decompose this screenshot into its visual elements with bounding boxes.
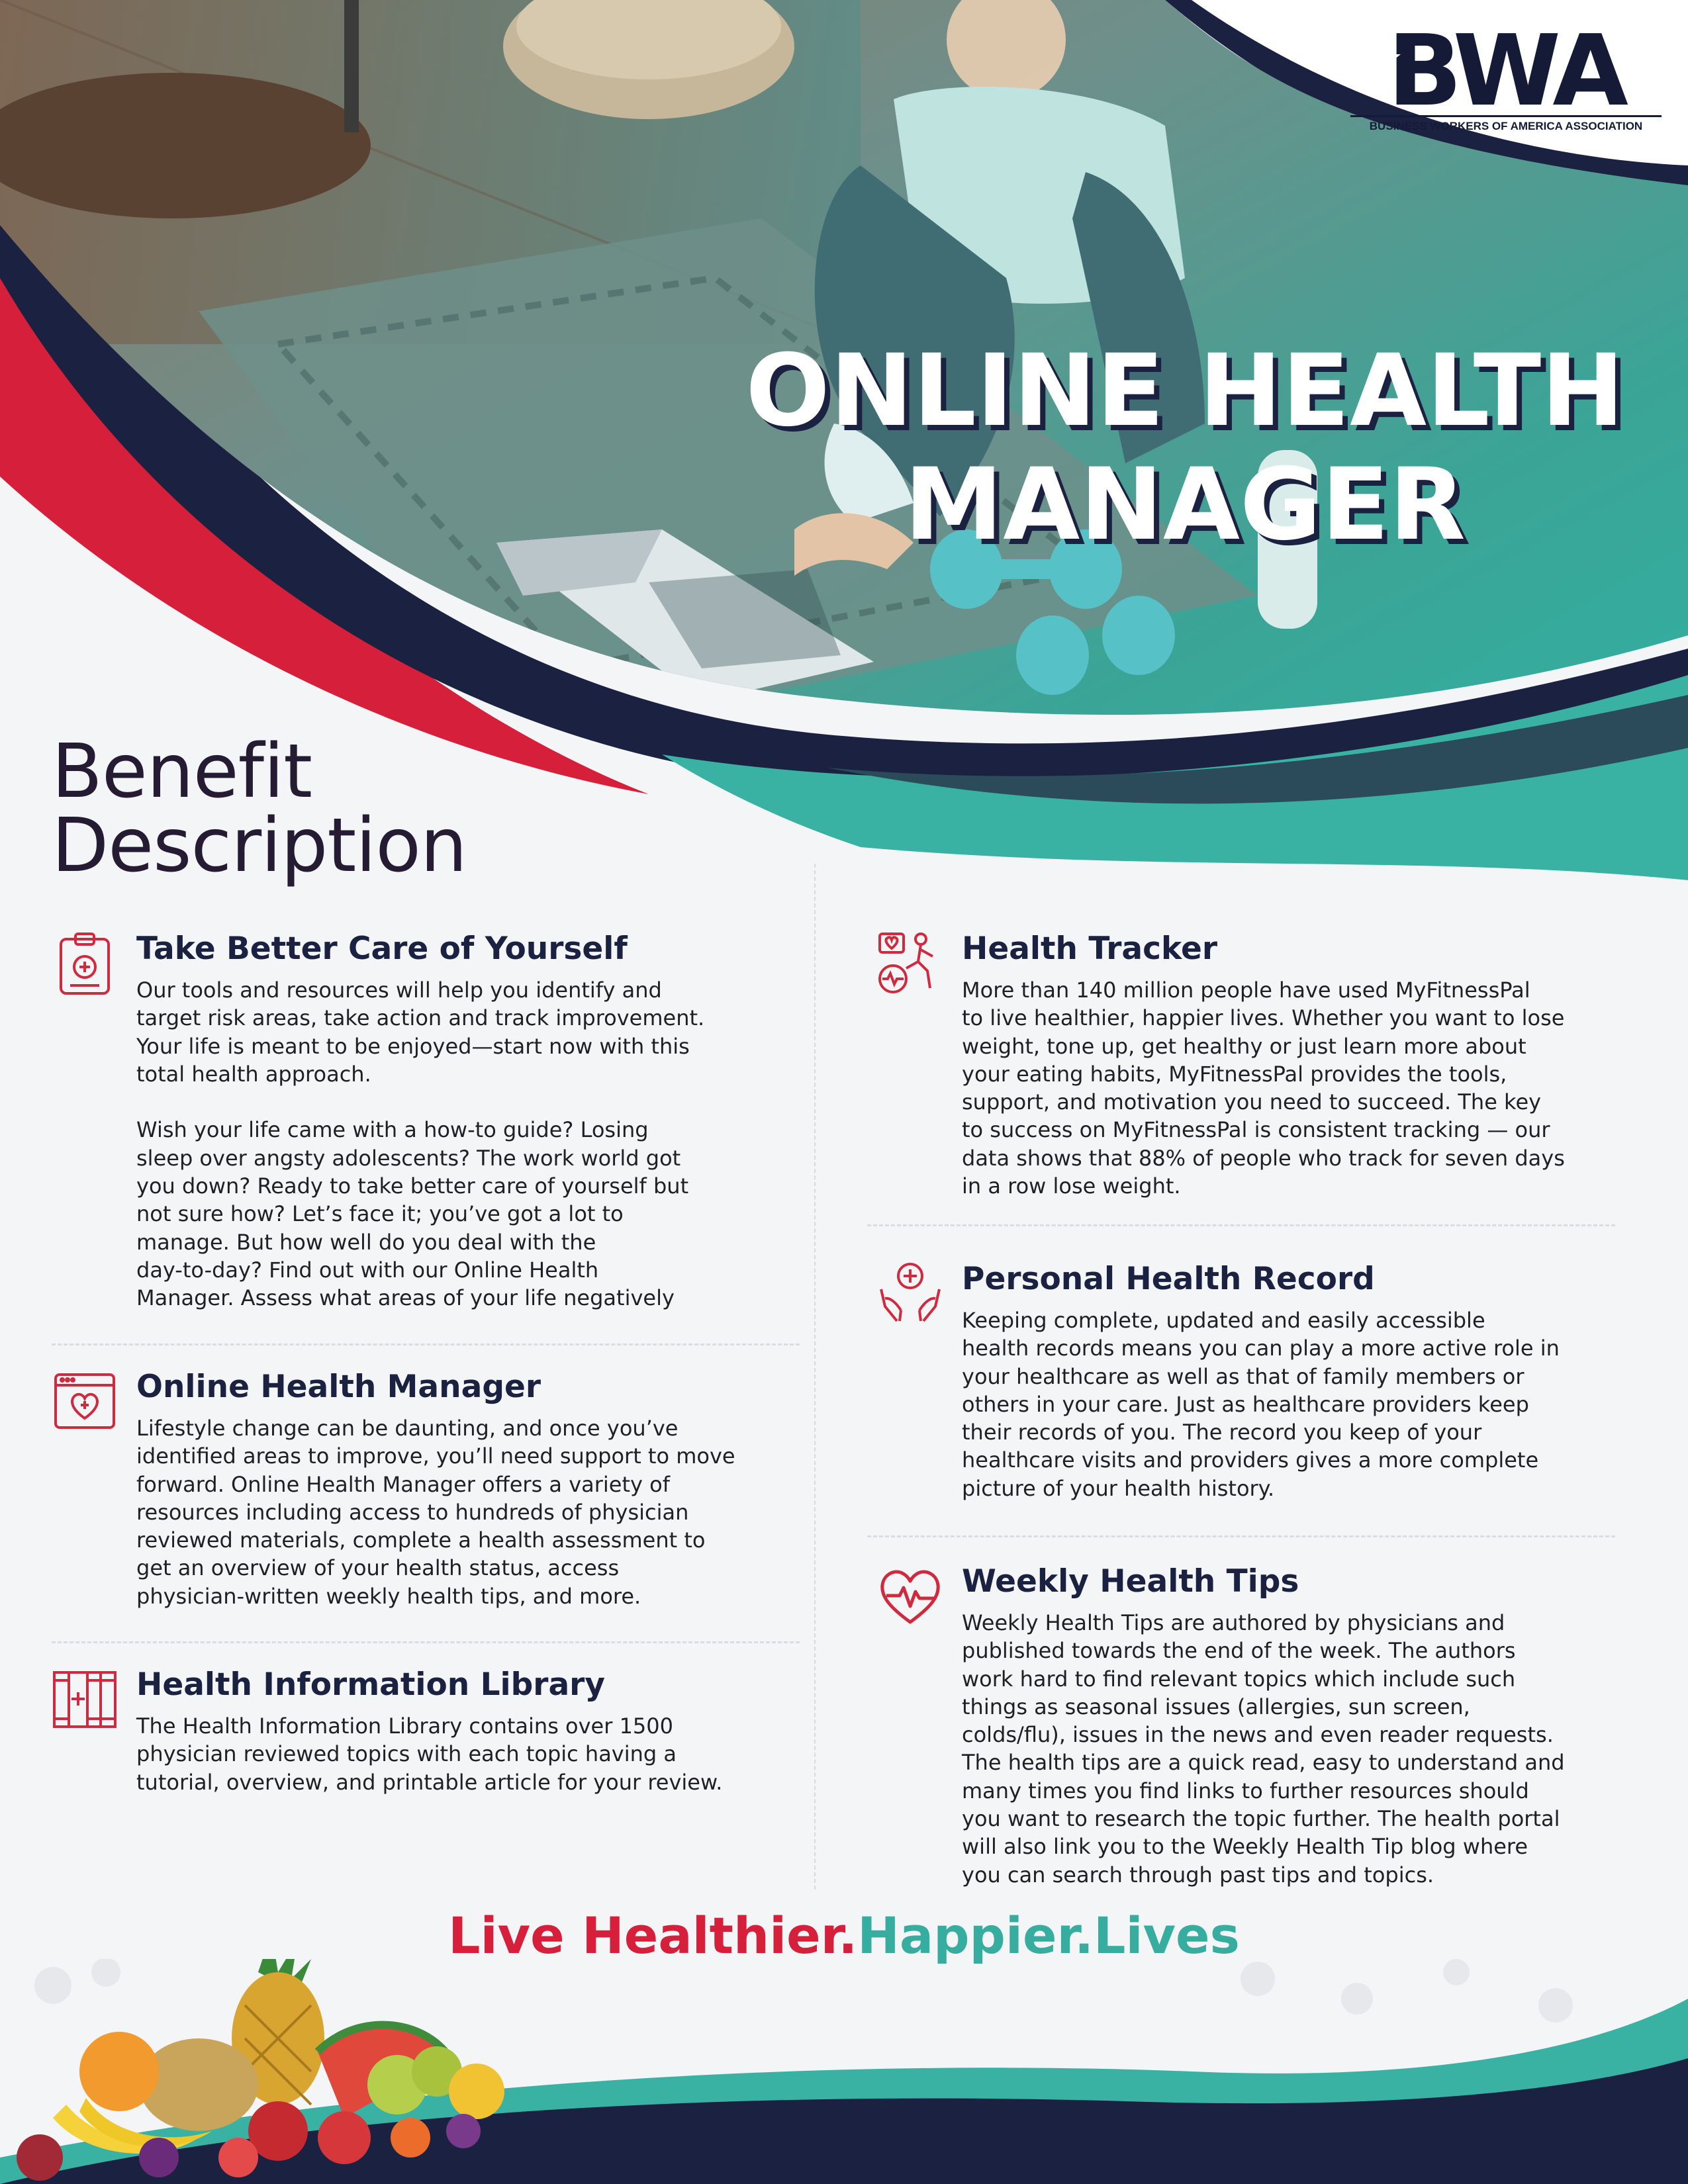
benefit-heading: Weekly Health Tips [962, 1563, 1299, 1600]
hero-title-line-2: MANAGER [904, 447, 1466, 563]
fitness-tracker-icon [878, 933, 933, 993]
footer-banner [0, 1959, 1688, 2184]
heartbeat-icon [880, 1570, 940, 1624]
section-title-line-2: Description [52, 803, 467, 889]
row-divider [52, 1641, 800, 1643]
benefit-body: Keeping complete, updated and easily acc… [962, 1308, 1560, 1501]
row-divider [867, 1535, 1615, 1537]
benefit-body: The Health Information Library contains … [136, 1713, 723, 1795]
hero-title: ONLINE HEALTH MANAGER [688, 334, 1681, 562]
row-divider [867, 1224, 1615, 1226]
clipboard-plus-icon [60, 933, 110, 995]
tagline-part-1: Live Healthier. [448, 1906, 858, 1965]
tagline-part-2: Happier.Lives [857, 1906, 1240, 1965]
tagline: Live Healthier.Happier.Lives [0, 1906, 1688, 1966]
benefit-body: Lifestyle change can be daunting, and on… [136, 1416, 735, 1609]
benefit-body: More than 140 million people have used M… [962, 978, 1565, 1199]
benefit-heading: Personal Health Record [962, 1261, 1375, 1297]
section-title: Benefit Description [52, 735, 647, 883]
hero-title-line-1: ONLINE HEALTH [745, 334, 1624, 449]
star-icon [1366, 42, 1401, 75]
benefit-heading: Health Tracker [962, 931, 1218, 967]
benefit-heading: Take Better Care of Yourself [136, 931, 628, 967]
logo-subtitle: BUSINESS WORKERS OF AMERICA ASSOCIATION [1350, 115, 1662, 133]
row-divider [52, 1343, 800, 1345]
books-icon [53, 1671, 117, 1728]
browser-heart-icon [54, 1373, 115, 1429]
bwa-logo: BWA BUSINESS WORKERS OF AMERICA ASSOCIAT… [1350, 21, 1662, 134]
benefit-heading: Online Health Manager [136, 1369, 541, 1405]
hands-plus-icon [880, 1263, 941, 1322]
section-title-line-1: Benefit [52, 729, 312, 815]
benefit-heading: Health Information Library [136, 1666, 605, 1703]
benefit-body: Weekly Health Tips are authored by physi… [962, 1610, 1565, 1888]
benefit-body: Our tools and resources will help you id… [136, 978, 705, 1311]
